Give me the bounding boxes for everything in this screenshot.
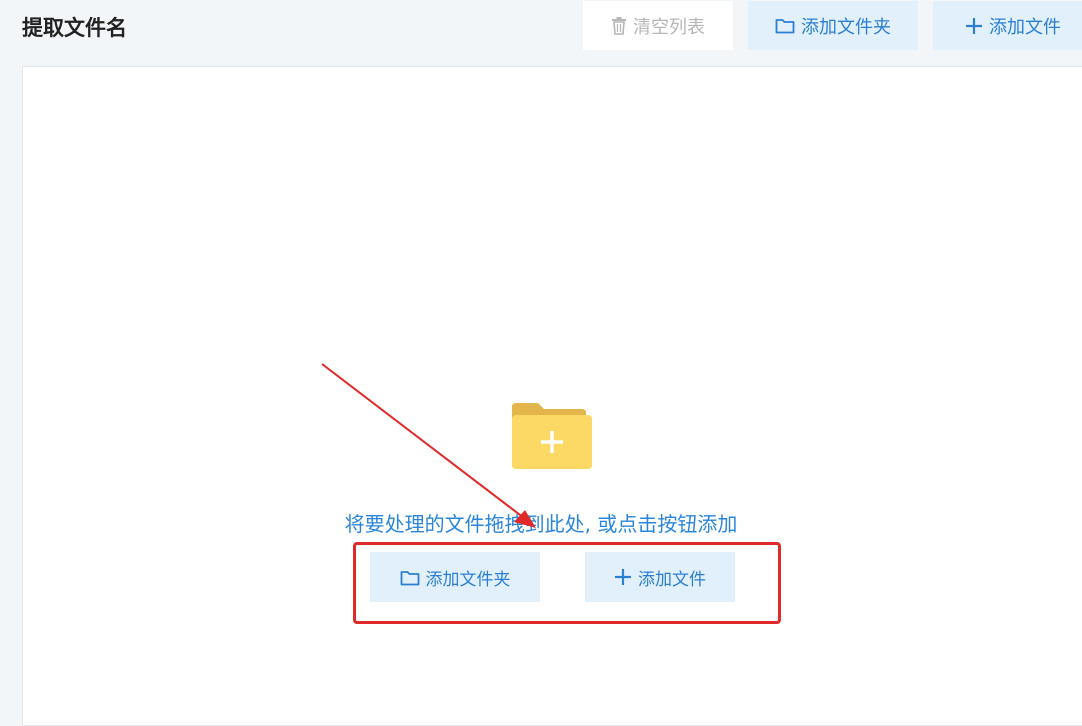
highlight-box — [353, 542, 781, 624]
clear-list-label: 清空列表 — [633, 16, 705, 38]
drop-hint-text: 将要处理的文件拖拽到此处, 或点击按钮添加 — [344, 512, 738, 536]
add-folder-label: 添加文件夹 — [801, 16, 891, 38]
trash-icon — [611, 16, 627, 35]
add-file-label: 添加文件 — [989, 16, 1061, 38]
clear-list-button[interactable]: 清空列表 — [583, 1, 733, 50]
add-folder-button[interactable]: 添加文件夹 — [748, 1, 918, 50]
folder-icon — [775, 17, 795, 34]
file-drop-zone[interactable] — [22, 66, 1082, 726]
page-title: 提取文件名 — [22, 16, 127, 40]
plus-icon — [965, 17, 983, 35]
add-file-button[interactable]: 添加文件 — [933, 1, 1082, 50]
folder-plus-icon — [512, 403, 592, 469]
